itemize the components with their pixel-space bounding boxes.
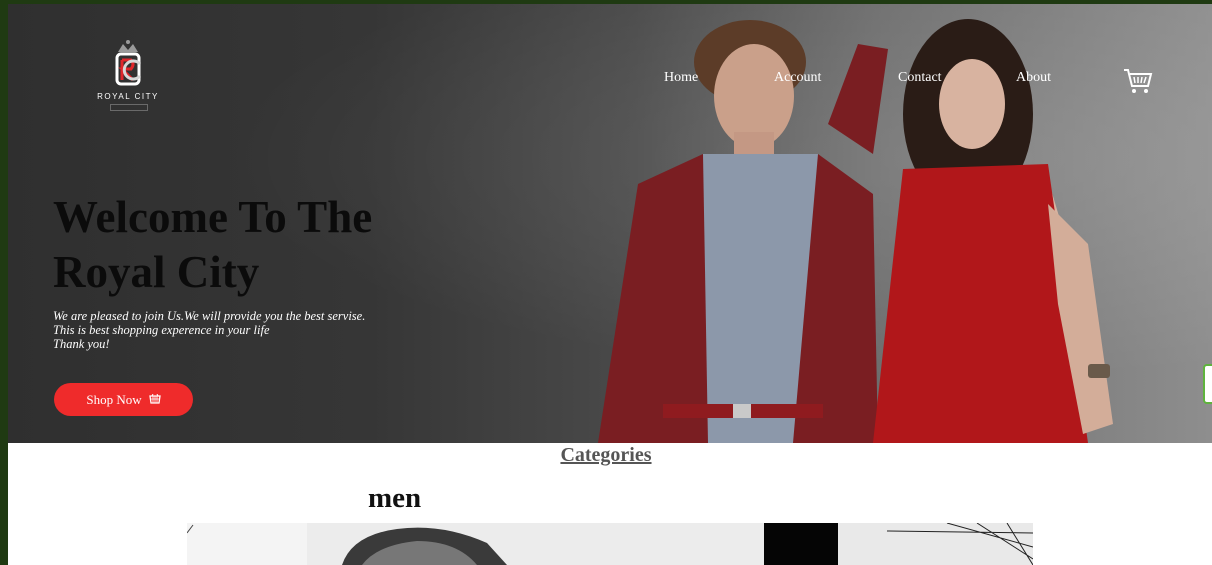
hero-banner: ROYAL CITY Home Account Contact About We… — [8, 4, 1212, 443]
hero-text-line: Thank you! — [53, 337, 110, 351]
hero-text-line: This is best shopping experence in your … — [53, 323, 270, 337]
side-feedback-widget[interactable] — [1203, 364, 1212, 404]
hero-text-line: We are pleased to join Us.We will provid… — [53, 309, 366, 323]
nav-contact[interactable]: Contact — [898, 70, 942, 86]
nav-about[interactable]: About — [1016, 70, 1051, 86]
nav-home[interactable]: Home — [664, 70, 698, 86]
hero-title-line2: Royal City — [53, 247, 260, 297]
hero-title: Welcome To The Royal City — [53, 190, 523, 300]
nav-account[interactable]: Account — [774, 70, 821, 86]
shop-now-button[interactable]: Shop Now — [54, 383, 193, 416]
basket-icon — [148, 394, 161, 404]
main-nav: Home Account Contact About — [8, 70, 1212, 96]
shopping-cart-icon[interactable] — [1122, 64, 1154, 96]
category-title-men: men — [368, 482, 422, 514]
man-belt-buckle — [733, 404, 751, 418]
men-category-photo — [187, 523, 1033, 565]
logo-tagline-box — [110, 104, 148, 111]
hero-title-line1: Welcome To The — [53, 192, 373, 242]
man-arm — [828, 44, 888, 154]
shop-now-label: Shop Now — [86, 391, 142, 407]
category-image-men[interactable] — [187, 523, 1033, 565]
woman-watch — [1088, 364, 1110, 378]
categories-heading[interactable]: Categories — [0, 444, 1212, 467]
hero-description: We are pleased to join Us.We will provid… — [53, 309, 523, 351]
window-frame-left — [0, 0, 8, 565]
